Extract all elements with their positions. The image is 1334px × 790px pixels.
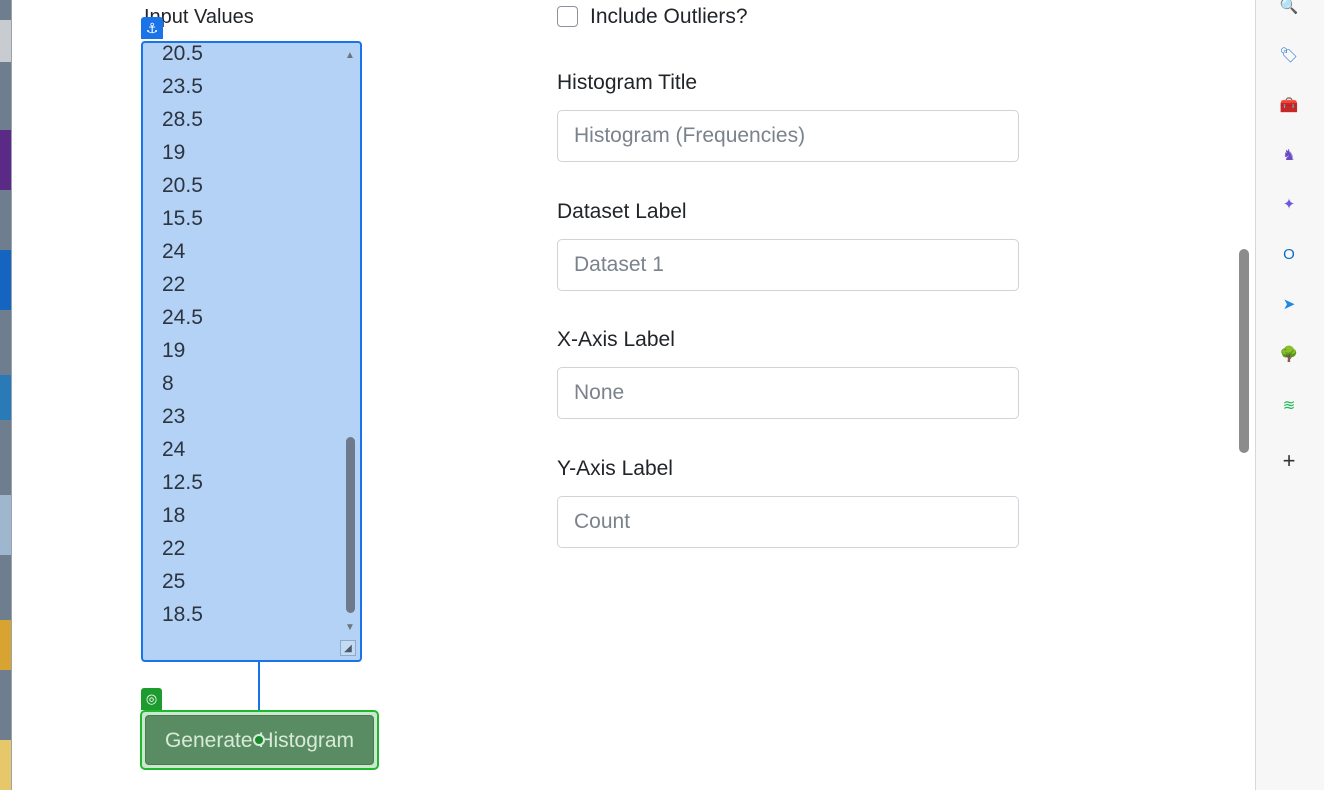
send-icon[interactable]: ➤ (1278, 294, 1300, 316)
tag-icon[interactable]: 🏷 (1278, 45, 1300, 67)
input-value-line: 20.5 (162, 174, 203, 197)
window-right-edge (1324, 0, 1334, 790)
input-value-line: 18.5 (162, 603, 203, 626)
resize-grip-icon[interactable]: ◢ (340, 640, 356, 656)
input-value-line: 24.5 (162, 306, 203, 329)
input-value-line: 25 (162, 570, 186, 593)
copilot-icon[interactable]: ✦ (1278, 194, 1300, 216)
add-icon[interactable]: + (1278, 450, 1300, 472)
search-icon[interactable]: 🔍 (1278, 0, 1300, 18)
input-values-textarea[interactable]: 20.5 23.5 28.5 19 20.5 15.5 24 22 24.5 19 8 23 24 12.… (141, 41, 362, 662)
input-value-line: 24 (162, 240, 186, 263)
scroll-down-arrow-icon[interactable]: ▼ (345, 623, 355, 633)
input-value-line: 12.5 (162, 471, 203, 494)
input-value-line: 28.5 (162, 108, 203, 131)
spotify-icon[interactable]: ≋ (1278, 395, 1300, 417)
dataset-label-input[interactable] (557, 239, 1019, 291)
input-value-line: 18 (162, 504, 186, 527)
input-values-list: 20.5 23.5 28.5 19 20.5 15.5 24 22 24.5 19 8 23 24 12.… (162, 42, 203, 631)
input-value-line: 19 (162, 339, 186, 362)
dataset-label-label: Dataset Label (557, 200, 687, 223)
window-left-border (11, 0, 12, 790)
input-value-line: 23 (162, 405, 186, 428)
y-axis-label-input[interactable] (557, 496, 1019, 548)
textarea-scrollbar[interactable]: ▲ ▼ (345, 51, 355, 641)
target-icon: ◎ (141, 688, 162, 710)
input-value-line: 15.5 (162, 207, 203, 230)
scrollbar-thumb[interactable] (346, 437, 355, 613)
anchor-icon: ⚓ (141, 17, 163, 39)
histogram-title-label: Histogram Title (557, 71, 698, 94)
include-outliers-checkbox[interactable] (557, 6, 578, 27)
input-value-line: 22 (162, 537, 186, 560)
input-value-line: 8 (162, 372, 174, 395)
input-value-line: 22 (162, 273, 186, 296)
chess-icon[interactable]: ♞ (1278, 145, 1300, 167)
input-value-line: 19 (162, 141, 186, 164)
x-axis-label-input[interactable] (557, 367, 1019, 419)
input-value-line: 20.5 (162, 42, 203, 65)
x-axis-label-label: X-Axis Label (557, 328, 675, 351)
toolbox-icon[interactable]: 🧰 (1278, 95, 1300, 117)
scroll-up-arrow-icon[interactable]: ▲ (345, 51, 355, 61)
y-axis-label-label: Y-Axis Label (557, 457, 673, 480)
histogram-title-input[interactable] (557, 110, 1019, 162)
input-value-line: 23.5 (162, 75, 203, 98)
include-outliers-label: Include Outliers? (590, 5, 748, 28)
input-value-line: 24 (162, 438, 186, 461)
page-scrollbar-thumb[interactable] (1239, 249, 1249, 453)
click-target-icon (253, 734, 265, 746)
browser-sidebar: 🔍 🏷 🧰 ♞ ✦ O ➤ 🌳 ≋ + (1256, 0, 1324, 790)
outlook-icon[interactable]: O (1278, 244, 1300, 266)
overlay-connector-line (258, 662, 260, 712)
desktop-background-strip (0, 0, 11, 790)
tree-icon[interactable]: 🌳 (1278, 344, 1300, 366)
